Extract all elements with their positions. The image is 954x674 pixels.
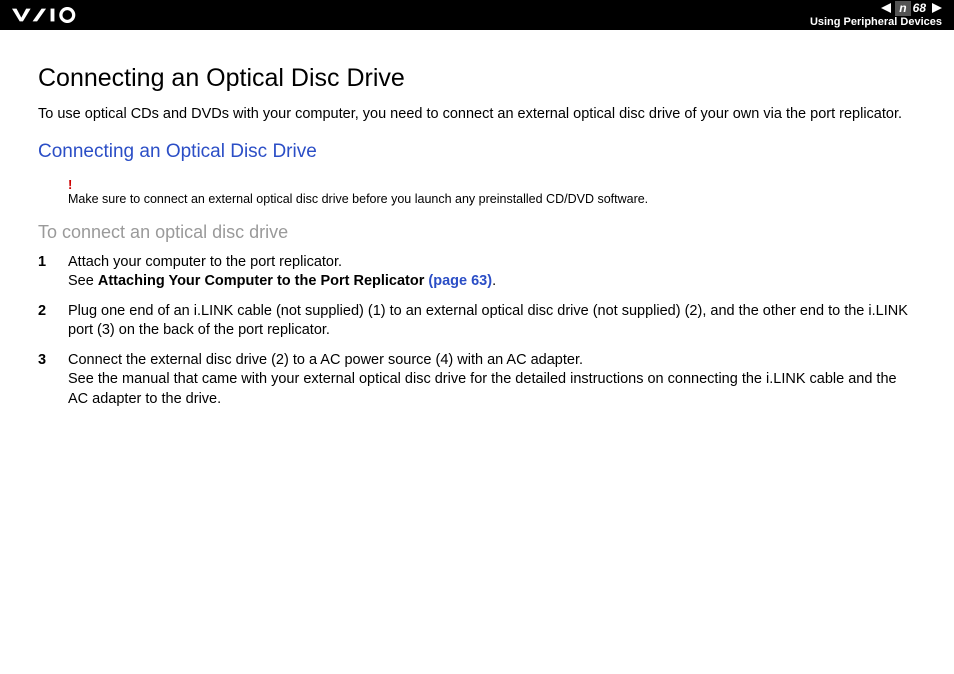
warning-icon: ! (68, 177, 916, 192)
header-bar: n 68 Using Peripheral Devices (0, 0, 954, 30)
warning-text: Make sure to connect an external optical… (68, 192, 648, 206)
nav-prev-icon[interactable] (881, 3, 891, 13)
step-bold: Attaching Your Computer to the Port Repl… (98, 273, 429, 289)
nav-next-icon[interactable] (932, 3, 942, 13)
page-title: Connecting an Optical Disc Drive (38, 64, 916, 93)
section-label: Using Peripheral Devices (810, 16, 942, 29)
step-text: See (68, 273, 98, 289)
step-text: Connect the external disc drive (2) to a… (68, 352, 583, 368)
vaio-logo (12, 7, 102, 23)
header-right: n 68 Using Peripheral Devices (810, 1, 942, 30)
page-content: Connecting an Optical Disc Drive To use … (0, 30, 954, 410)
step-text: Attach your computer to the port replica… (68, 254, 342, 270)
warning-block: ! Make sure to connect an external optic… (68, 177, 916, 208)
page-number: 68 (911, 1, 928, 15)
step-text: Plug one end of an i.LINK cable (not sup… (68, 303, 908, 339)
sub-title: Connecting an Optical Disc Drive (38, 141, 916, 163)
page-link[interactable]: (page 63) (428, 273, 492, 289)
step-item: Attach your computer to the port replica… (38, 253, 916, 292)
intro-paragraph: To use optical CDs and DVDs with your co… (38, 105, 916, 125)
steps-list: Attach your computer to the port replica… (38, 253, 916, 410)
step-item: Connect the external disc drive (2) to a… (38, 351, 916, 410)
step-text: . (492, 273, 496, 289)
n-tag: n (895, 1, 910, 16)
page-nav: n 68 (881, 1, 942, 16)
step-item: Plug one end of an i.LINK cable (not sup… (38, 302, 916, 341)
step-text: See the manual that came with your exter… (68, 371, 897, 407)
howto-title: To connect an optical disc drive (38, 222, 916, 243)
